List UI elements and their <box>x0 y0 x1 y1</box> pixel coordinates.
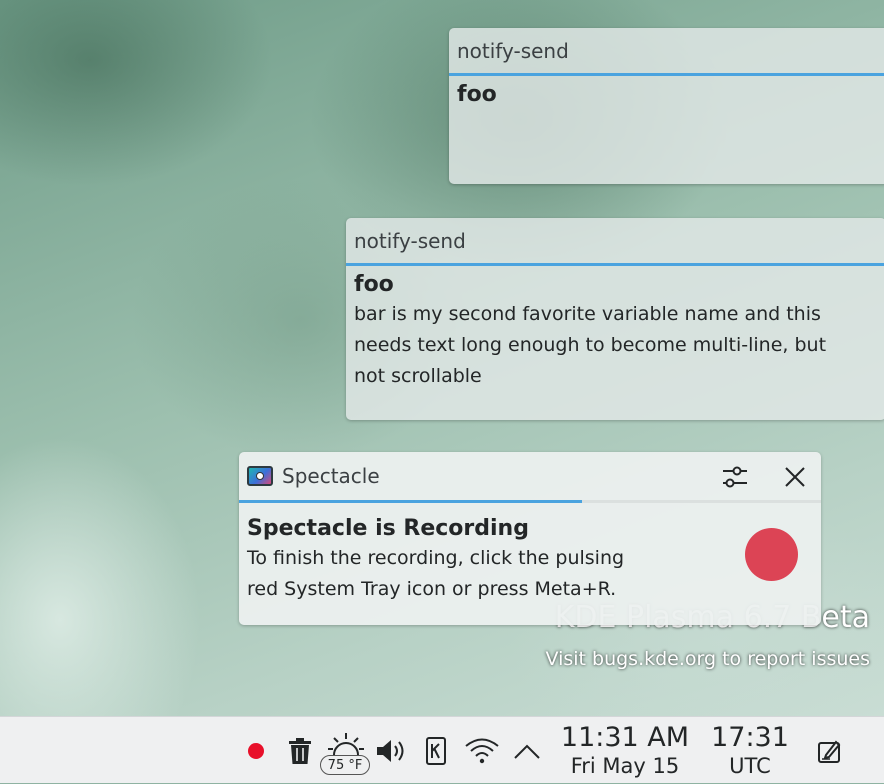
tray-kdeconnect-button[interactable] <box>422 717 450 784</box>
notification-body: bar is my second favorite variable name … <box>346 297 884 392</box>
weather-temperature-badge: 75 °F <box>320 755 370 775</box>
notification-summary: Spectacle is Recording <box>247 516 529 541</box>
progress-fill <box>239 500 583 503</box>
bug-report-watermark: Visit bugs.kde.org to report issues <box>545 648 870 670</box>
notification-app-name: notify-send <box>354 228 466 253</box>
notification-header: notify-send <box>449 28 884 76</box>
kdeconnect-icon <box>426 736 446 765</box>
notification-timeout-progress <box>239 500 821 503</box>
notification-header: notify-send <box>346 218 884 266</box>
tray-volume-button[interactable] <box>374 717 408 784</box>
clock-time: 17:31 <box>711 722 789 753</box>
notification-body-line: bar is my second favorite variable name … <box>354 303 821 325</box>
tray-trash-button[interactable] <box>284 717 316 784</box>
notification-body-line: not scrollable <box>354 365 482 387</box>
clock-timezone: UTC <box>729 754 771 778</box>
tray-expand-button[interactable] <box>510 717 544 784</box>
bottom-panel: 75 °F 11:31 AM Fri May 15 17:31 UTC <box>0 716 884 783</box>
notification-body-line: To finish the recording, click the pulsi… <box>247 547 625 569</box>
volume-icon <box>377 739 404 762</box>
notes-pen-icon <box>818 739 841 763</box>
notification-summary: foo <box>457 82 497 107</box>
clock-time: 11:31 AM <box>560 722 690 753</box>
notification-body-line: needs text long enough to become multi-l… <box>354 334 827 356</box>
notification-app-name: Spectacle <box>282 464 380 488</box>
notification-body-line: red System Tray icon or press Meta+R. <box>247 578 617 600</box>
settings-sliders-icon <box>723 466 747 488</box>
notification-header: Spectacle <box>239 452 821 500</box>
notification-app-name: notify-send <box>457 38 569 63</box>
digital-clock-utc[interactable]: 17:31 UTC <box>704 723 796 779</box>
notification-body: To finish the recording, click the pulsi… <box>239 541 705 605</box>
spectacle-app-icon <box>247 466 273 486</box>
clock-date: Fri May 15 <box>570 754 680 778</box>
tray-record-button[interactable] <box>242 717 270 784</box>
recording-indicator-icon <box>745 528 798 581</box>
trash-icon <box>289 737 311 764</box>
spectacle-notification[interactable]: Spectacle Spectacle is Recording To fini… <box>239 452 821 625</box>
configure-button[interactable] <box>718 460 752 494</box>
notification-popup-2[interactable]: notify-send foo bar is my second favorit… <box>346 218 884 420</box>
wifi-icon <box>465 738 499 763</box>
close-button[interactable] <box>778 460 812 494</box>
record-icon <box>248 742 264 759</box>
digital-clock-local[interactable]: 11:31 AM Fri May 15 <box>556 723 694 779</box>
notes-widget-button[interactable] <box>812 717 848 784</box>
close-icon <box>785 467 805 487</box>
tray-network-button[interactable] <box>462 717 502 784</box>
chevron-up-icon <box>514 744 540 759</box>
notification-popup-1[interactable]: notify-send foo <box>449 28 884 184</box>
notification-summary: foo <box>354 272 394 297</box>
